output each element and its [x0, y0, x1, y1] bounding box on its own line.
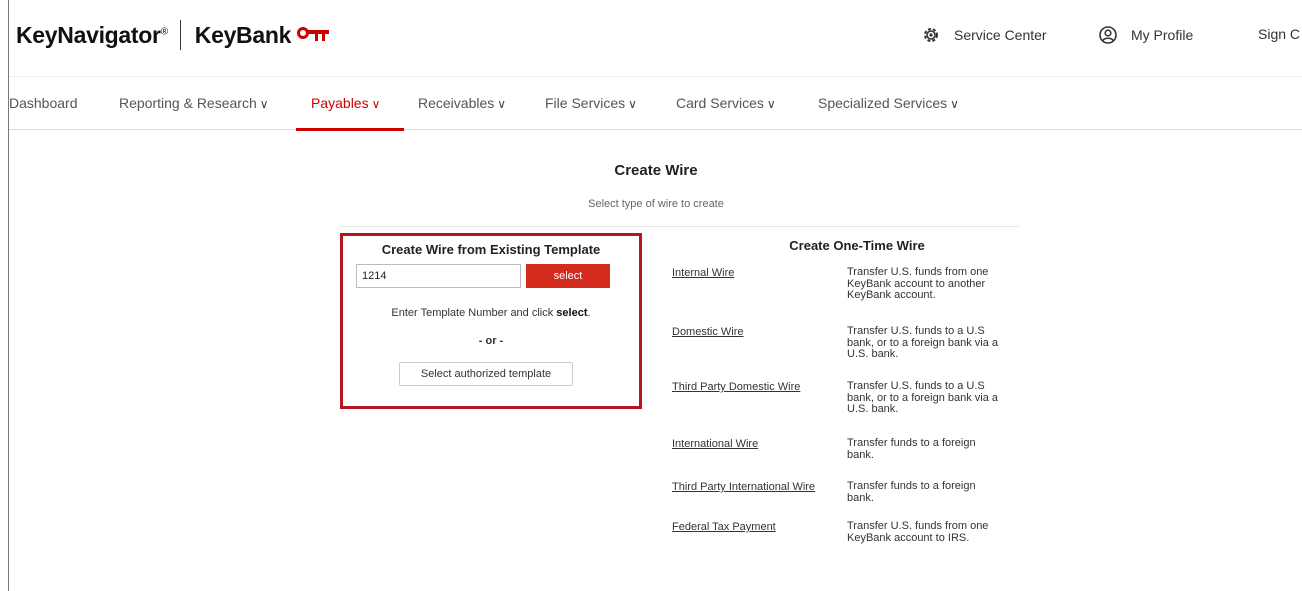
chevron-down-icon: ∨ — [371, 97, 381, 111]
brand-logo[interactable]: KeyNavigator® KeyBank — [16, 20, 331, 50]
chevron-down-icon: ∨ — [259, 97, 269, 111]
my-profile-link[interactable]: My Profile — [1099, 26, 1193, 44]
nav-receivables[interactable]: Receivables ∨ — [418, 95, 506, 111]
keynavigator-logo: KeyNavigator® — [16, 22, 168, 49]
brand-name: KeyNavigator — [16, 21, 161, 48]
template-number-input[interactable] — [356, 264, 521, 288]
chevron-down-icon: ∨ — [497, 97, 507, 111]
nav-label: Dashboard — [9, 95, 78, 111]
nav-label: Specialized Services — [818, 95, 948, 111]
nav-label: File Services — [545, 95, 626, 111]
third-party-international-wire-link[interactable]: Third Party International Wire — [672, 481, 815, 493]
template-section-title: Create Wire from Existing Template — [381, 242, 601, 257]
wire-option-description: Transfer U.S. funds to a U.S bank, or to… — [847, 380, 999, 415]
main-nav: Dashboard Reporting & Research ∨ Payables… — [9, 76, 1302, 131]
wire-option-description: Transfer U.S. funds from one KeyBank acc… — [847, 520, 989, 544]
nav-file-services[interactable]: File Services ∨ — [545, 95, 637, 111]
chevron-down-icon: ∨ — [766, 97, 776, 111]
my-profile-label: My Profile — [1131, 27, 1194, 43]
service-center-label: Service Center — [954, 27, 1047, 43]
logo-divider — [179, 20, 181, 50]
select-authorized-template-button[interactable]: Select authorized template — [399, 362, 573, 386]
keybank-logo: KeyBank — [194, 21, 292, 48]
nav-reporting-research[interactable]: Reporting & Research ∨ — [119, 95, 269, 111]
nav-payables[interactable]: Payables ∨ — [311, 95, 380, 111]
app-frame: KeyNavigator® KeyBank Service Center My … — [8, 0, 1302, 591]
user-icon — [1099, 26, 1117, 44]
nav-label: Reporting & Research — [119, 95, 257, 111]
template-hint-text: Enter Template Number and click — [391, 307, 557, 319]
nav-label: Card Services — [676, 95, 764, 111]
sign-out-label: Sign C — [1258, 26, 1301, 42]
chevron-down-icon: ∨ — [628, 97, 637, 111]
template-section: Create Wire from Existing Template selec… — [340, 233, 642, 409]
template-hint: Enter Template Number and click select. — [343, 307, 639, 319]
gear-icon — [924, 28, 938, 42]
federal-tax-payment-link[interactable]: Federal Tax Payment — [672, 521, 776, 533]
select-template-button[interactable]: select — [526, 264, 610, 288]
nav-dashboard[interactable]: Dashboard — [9, 95, 78, 111]
section-divider — [339, 226, 1019, 227]
service-center-link[interactable]: Service Center — [922, 26, 1047, 44]
internal-wire-link[interactable]: Internal Wire — [672, 267, 734, 279]
nav-card-services[interactable]: Card Services ∨ — [676, 95, 776, 111]
domestic-wire-link[interactable]: Domestic Wire — [672, 326, 744, 338]
nav-label: Payables — [311, 95, 369, 111]
key-icon — [295, 24, 331, 47]
wire-option-description: Transfer funds to a foreign bank. — [847, 480, 976, 504]
nav-label: Receivables — [418, 95, 495, 111]
registered-mark: ® — [160, 25, 168, 37]
international-wire-link[interactable]: International Wire — [672, 438, 758, 450]
third-party-domestic-wire-link[interactable]: Third Party Domestic Wire — [672, 381, 800, 393]
wire-option-description: Transfer U.S. funds to a U.S bank, or to… — [847, 325, 999, 360]
top-header: KeyNavigator® KeyBank Service Center My … — [9, 0, 1302, 76]
page-subtitle: Select type of wire to create — [588, 198, 724, 210]
page-title: Create Wire — [614, 162, 698, 179]
wire-option-description: Transfer U.S. funds from one KeyBank acc… — [847, 266, 989, 301]
template-hint-bold: select — [556, 307, 588, 319]
wire-option-description: Transfer funds to a foreign bank. — [847, 437, 976, 461]
nav-specialized-services[interactable]: Specialized Services ∨ — [818, 95, 959, 111]
one-time-wire-title: Create One-Time Wire — [789, 238, 925, 253]
sign-out-link[interactable]: Sign C — [1258, 26, 1302, 42]
active-tab-indicator — [296, 128, 404, 131]
or-separator: - or - — [478, 335, 504, 347]
chevron-down-icon: ∨ — [950, 97, 959, 111]
template-hint-end: . — [587, 307, 591, 319]
